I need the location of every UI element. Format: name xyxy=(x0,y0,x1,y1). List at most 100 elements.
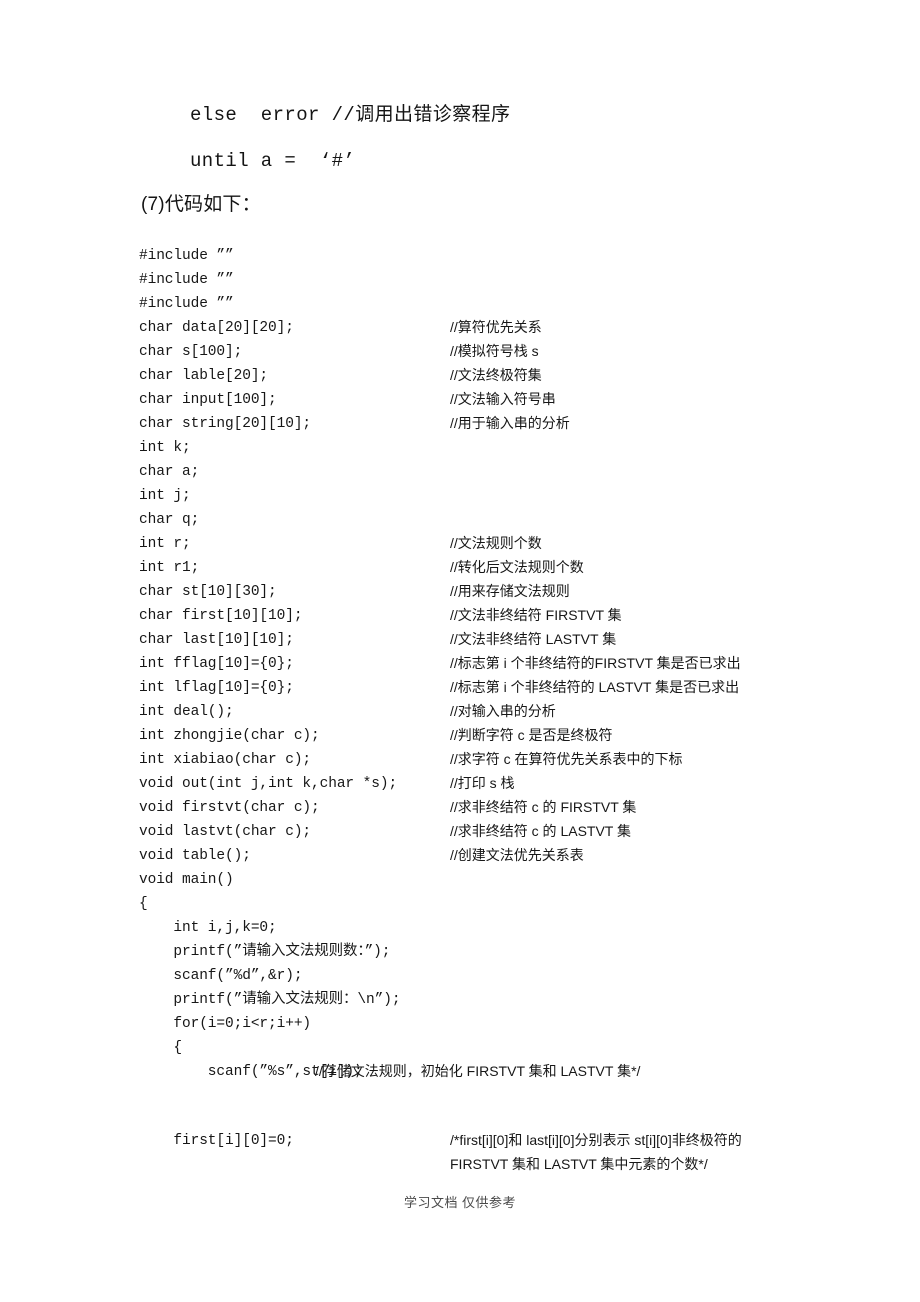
code-text: char st[10][30]; xyxy=(139,584,277,600)
code-row: int xiabiao(char c); //求字符 c 在算符优先关系表中的下标 xyxy=(139,747,859,771)
code-row: scanf(”%d”,&r); xyxy=(139,963,859,987)
code-text: { xyxy=(139,896,148,912)
code-text: int k; xyxy=(139,440,191,456)
code-comment: //存储文法规则，初始化 FIRSTVT 集和 LASTVT 集*/ xyxy=(315,1063,641,1079)
code-comment: //文法规则个数 xyxy=(450,535,542,551)
code-text: int xiabiao(char c); xyxy=(139,752,312,768)
code-row: int k; xyxy=(139,435,859,459)
code-listing: #include ”” #include ”” #include ”” char… xyxy=(139,243,859,1172)
code-row: printf(”请输入文法规则：\n”); xyxy=(139,987,859,1011)
code-comment: //模拟符号栈 s xyxy=(450,343,539,359)
code-comment: //打印 s 栈 xyxy=(450,775,515,791)
code-text: void main() xyxy=(139,872,234,888)
code-row: int lflag[10]={0}; //标志第 i 个非终结符的 LASTVT … xyxy=(139,675,859,699)
code-text: int j; xyxy=(139,488,191,504)
code-row: { xyxy=(139,1035,859,1059)
code-comment: //文法输入符号串 xyxy=(450,391,556,407)
code-row: for(i=0;i<r;i++) xyxy=(139,1011,859,1035)
document-page: else error //调用出错诊察程序 until a = ‘#’ (7)代… xyxy=(0,0,920,1302)
code-comment: //用于输入串的分析 xyxy=(450,415,570,431)
code-row: { xyxy=(139,891,859,915)
code-text: for(i=0;i<r;i++) xyxy=(139,1016,312,1032)
code-comment: //标志第 i 个非终结符的FIRSTVT 集是否已求出 xyxy=(450,655,741,671)
code-blank-row xyxy=(139,1107,859,1128)
code-comment: //对输入串的分析 xyxy=(450,703,556,719)
code-row: char st[10][30]; //用来存储文法规则 xyxy=(139,579,859,603)
code-row: char s[100]; //模拟符号栈 s xyxy=(139,339,859,363)
pseudocode-block: else error //调用出错诊察程序 until a = ‘#’ xyxy=(143,92,843,184)
code-text: printf(”请输入文法规则数：”); xyxy=(139,944,391,960)
code-row: int deal(); //对输入串的分析 xyxy=(139,699,859,723)
code-text: #include ”” xyxy=(139,272,234,288)
code-text: char a; xyxy=(139,464,200,480)
code-text: scanf(”%d”,&r); xyxy=(139,968,303,984)
code-row: char lable[20]; //文法终极符集 xyxy=(139,363,859,387)
code-comment: //算符优先关系 xyxy=(450,319,542,335)
code-row: char q; xyxy=(139,507,859,531)
code-comment-block: /*first[i][0]和 last[i][0]分别表示 st[i][0]非终… xyxy=(450,1132,742,1172)
code-comment: //判断字符 c 是否是终极符 xyxy=(450,727,613,743)
code-comment: //文法终极符集 xyxy=(450,367,542,383)
code-row: #include ”” xyxy=(139,243,859,267)
code-text: void lastvt(char c); xyxy=(139,824,312,840)
pseudocode-line-else: else error //调用出错诊察程序 xyxy=(190,104,511,126)
code-text: char input[100]; xyxy=(139,392,277,408)
code-row: int zhongjie(char c); //判断字符 c 是否是终极符 xyxy=(139,723,859,747)
code-row: int r; //文法规则个数 xyxy=(139,531,859,555)
code-row: char a; xyxy=(139,459,859,483)
code-row-first: first[i][0]=0; /*first[i][0]和 last[i][0]分… xyxy=(139,1128,859,1172)
code-row: char last[10][10]; //文法非终结符 LASTVT 集 xyxy=(139,627,859,651)
section-heading: (7)代码如下： xyxy=(141,194,261,215)
code-row: #include ”” xyxy=(139,291,859,315)
code-comment: //用来存储文法规则 xyxy=(450,583,570,599)
code-comment: //创建文法优先关系表 xyxy=(450,847,584,863)
code-text: int r1; xyxy=(139,560,200,576)
code-row: int i,j,k=0; xyxy=(139,915,859,939)
code-text: { xyxy=(139,1040,183,1056)
code-comment: //求非终结符 c 的 LASTVT 集 xyxy=(450,823,631,839)
code-row: printf(”请输入文法规则数：”); xyxy=(139,939,859,963)
code-row: int r1; //转化后文法规则个数 xyxy=(139,555,859,579)
code-row: char first[10][10]; //文法非终结符 FIRSTVT 集 xyxy=(139,603,859,627)
code-row: int j; xyxy=(139,483,859,507)
code-text: int r; xyxy=(139,536,191,552)
code-row: char input[100]; //文法输入符号串 xyxy=(139,387,859,411)
code-row: void out(int j,int k,char *s); //打印 s 栈 xyxy=(139,771,859,795)
code-row: void firstvt(char c); //求非终结符 c 的 FIRSTVT… xyxy=(139,795,859,819)
code-text: #include ”” xyxy=(139,296,234,312)
code-text: void out(int j,int k,char *s); xyxy=(139,776,398,792)
code-blank-row xyxy=(139,1083,859,1107)
code-row: #include ”” xyxy=(139,267,859,291)
code-row: void main() xyxy=(139,867,859,891)
code-text: int zhongjie(char c); xyxy=(139,728,320,744)
code-text: #include ”” xyxy=(139,248,234,264)
code-text: void table(); xyxy=(139,848,251,864)
code-comment: //求非终结符 c 的 FIRSTVT 集 xyxy=(450,799,637,815)
code-text: void firstvt(char c); xyxy=(139,800,320,816)
code-row: void table(); //创建文法优先关系表 xyxy=(139,843,859,867)
code-text: char lable[20]; xyxy=(139,368,269,384)
code-text: char s[100]; xyxy=(139,344,243,360)
page-footer: 学习文档 仅供参考 xyxy=(403,1195,517,1210)
code-text: char first[10][10]; xyxy=(139,608,303,624)
code-row: char string[20][10]; //用于输入串的分析 xyxy=(139,411,859,435)
code-text: int fflag[10]={0}; xyxy=(139,656,294,672)
code-text: char last[10][10]; xyxy=(139,632,294,648)
code-text: char string[20][10]; xyxy=(139,416,312,432)
pseudocode-line-until: until a = ‘#’ xyxy=(190,150,356,172)
code-text: char data[20][20]; xyxy=(139,320,294,336)
code-comment: //文法非终结符 FIRSTVT 集 xyxy=(450,607,622,623)
code-text: int deal(); xyxy=(139,704,234,720)
code-comment: //文法非终结符 LASTVT 集 xyxy=(450,631,617,647)
code-text: first[i][0]=0; xyxy=(139,1133,294,1149)
code-row: int fflag[10]={0}; //标志第 i 个非终结符的FIRSTVT … xyxy=(139,651,859,675)
code-text: int i,j,k=0; xyxy=(139,920,277,936)
code-comment: //转化后文法规则个数 xyxy=(450,559,584,575)
code-row-scanf: scanf(”%s”,st[i]);//存储文法规则，初始化 FIRSTVT 集… xyxy=(139,1059,859,1083)
code-text: printf(”请输入文法规则：\n”); xyxy=(139,992,401,1008)
code-row: void lastvt(char c); //求非终结符 c 的 LASTVT 集 xyxy=(139,819,859,843)
code-row: char data[20][20]; //算符优先关系 xyxy=(139,315,859,339)
code-text: int lflag[10]={0}; xyxy=(139,680,294,696)
code-text: char q; xyxy=(139,512,200,528)
code-comment: //标志第 i 个非终结符的 LASTVT 集是否已求出 xyxy=(450,679,740,695)
